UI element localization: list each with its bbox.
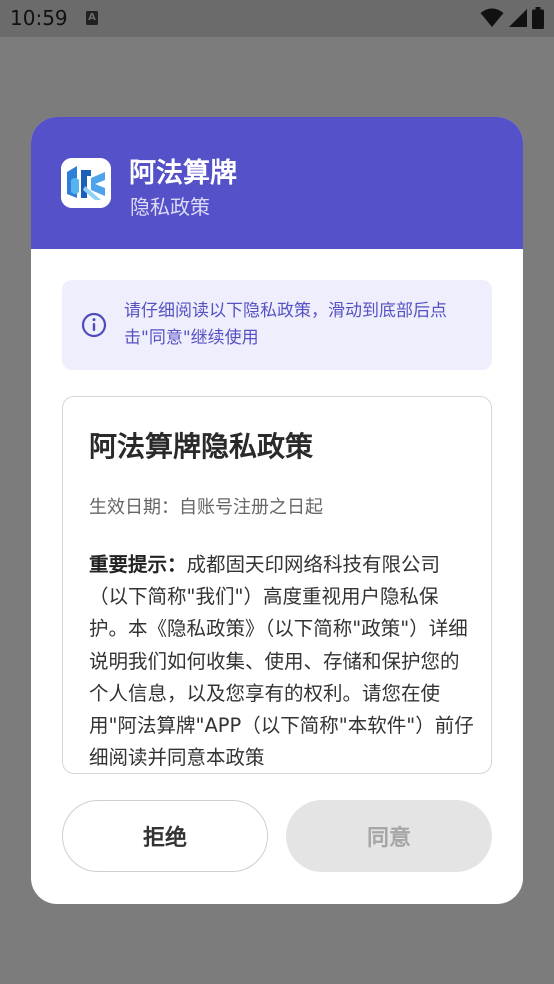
privacy-dialog: 阿法算牌 隐私政策 请仔细阅读以下隐私政策，滑动到底部后点击"同意"继续使用 阿…: [31, 117, 523, 904]
agree-button[interactable]: 同意: [286, 800, 492, 872]
dialog-subtitle: 隐私政策: [130, 195, 210, 219]
battery-icon: [532, 7, 544, 29]
status-icons: [480, 7, 544, 29]
reject-button[interactable]: 拒绝: [62, 800, 268, 872]
notice-banner: 请仔细阅读以下隐私政策，滑动到底部后点击"同意"继续使用: [62, 280, 492, 370]
policy-title: 阿法算牌隐私政策: [89, 430, 314, 463]
status-bar: 10:59 A: [0, 0, 554, 37]
app-title: 阿法算牌: [129, 158, 237, 189]
app-logo-icon: [61, 158, 111, 208]
important-label: 重要提示：: [89, 553, 187, 576]
signal-icon: [509, 9, 527, 27]
policy-effective-date: 生效日期：自账号注册之日起: [89, 497, 323, 518]
policy-scroll-area[interactable]: 阿法算牌隐私政策 生效日期：自账号注册之日起 重要提示：成都固天印网络科技有限公…: [62, 396, 492, 774]
a-icon: A: [86, 11, 98, 25]
policy-body-text: 成都固天印网络科技有限公司（以下简称"我们"）高度重视用户隐私保护。本《隐私政策…: [89, 553, 474, 770]
info-icon: [81, 312, 107, 338]
wifi-icon: [480, 8, 504, 27]
status-time: 10:59: [10, 6, 68, 30]
policy-body: 重要提示：成都固天印网络科技有限公司（以下简称"我们"）高度重视用户隐私保护。本…: [89, 549, 475, 773]
dialog-header: 阿法算牌 隐私政策: [31, 117, 523, 249]
notice-text: 请仔细阅读以下隐私政策，滑动到底部后点击"同意"继续使用: [124, 301, 447, 348]
